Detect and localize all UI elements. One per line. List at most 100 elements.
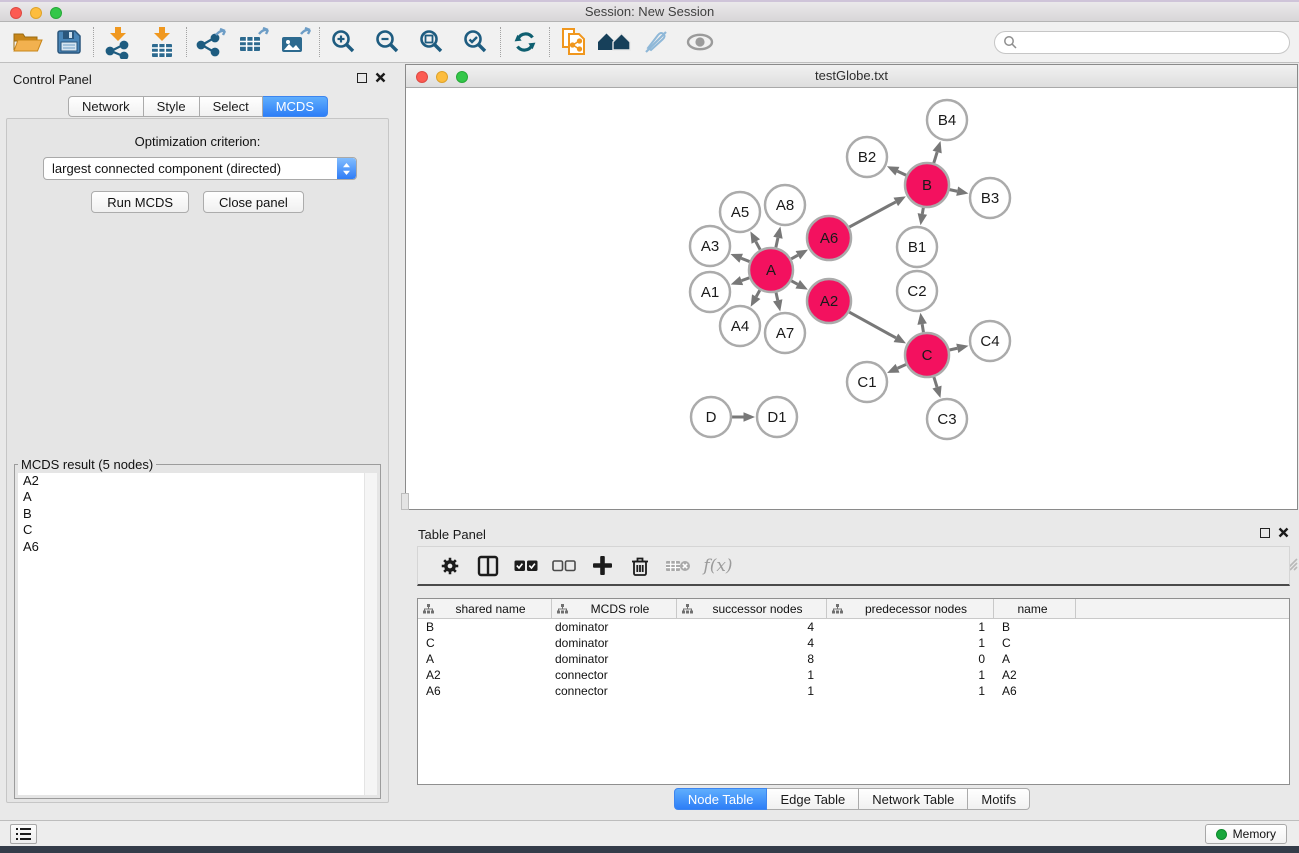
memory-button[interactable]: Memory <box>1205 824 1287 844</box>
import-network-button[interactable] <box>101 25 135 59</box>
show-graphics-details-button[interactable] <box>683 25 717 59</box>
network-canvas[interactable]: B4B2BB3A8A5A6B1A3AC2A1A2A4A7C4CC1C3DD1 <box>406 89 1297 509</box>
export-network-button[interactable] <box>194 25 228 59</box>
optimization-criterion-select[interactable]: largest connected component (directed) <box>43 157 357 180</box>
select-all-columns-button[interactable] <box>508 550 544 582</box>
table-cell[interactable]: A6 <box>418 684 552 698</box>
export-table-button[interactable] <box>236 25 270 59</box>
result-item[interactable]: B <box>18 506 377 522</box>
table-cell[interactable]: A <box>418 652 552 666</box>
graph-edge[interactable] <box>742 278 750 281</box>
close-panel-icon[interactable] <box>375 72 386 83</box>
task-history-button[interactable] <box>10 824 37 844</box>
zoom-fit-button[interactable] <box>415 25 449 59</box>
refresh-view-button[interactable] <box>508 25 542 59</box>
result-item[interactable]: A <box>18 489 377 505</box>
graph-edge[interactable] <box>756 242 760 250</box>
table-cell[interactable]: connector <box>552 684 677 698</box>
table-cell[interactable]: 0 <box>827 652 994 666</box>
table-cell[interactable]: 8 <box>677 652 827 666</box>
export-image-button[interactable] <box>278 25 312 59</box>
table-row[interactable]: Cdominator41C <box>418 635 1289 651</box>
table-cell[interactable]: 1 <box>827 636 994 650</box>
table-cell[interactable]: C <box>418 636 552 650</box>
tab-select[interactable]: Select <box>200 96 263 117</box>
table-cell[interactable]: A <box>994 652 1076 666</box>
hide-graphics-details-button[interactable] <box>639 25 673 59</box>
table-cell[interactable]: connector <box>552 668 677 682</box>
graph-edge[interactable] <box>791 255 798 259</box>
tab-style[interactable]: Style <box>144 96 200 117</box>
column-header-successor-nodes[interactable]: successor nodes <box>677 599 827 618</box>
table-cell[interactable]: A2 <box>994 668 1076 682</box>
graph-edge[interactable] <box>776 238 778 248</box>
add-column-button[interactable] <box>584 550 620 582</box>
column-header-predecessor-nodes[interactable]: predecessor nodes <box>827 599 994 618</box>
table-row[interactable]: Adominator80A <box>418 651 1289 667</box>
graph-edge[interactable] <box>791 281 797 284</box>
table-cell[interactable]: 1 <box>677 668 827 682</box>
graph-edge[interactable] <box>849 312 896 338</box>
graph-edge[interactable] <box>934 377 937 387</box>
graph-edge[interactable] <box>897 171 906 175</box>
network-window-titlebar[interactable]: testGlobe.txt <box>406 65 1297 88</box>
graph-edge[interactable] <box>776 292 778 300</box>
table-settings-button[interactable] <box>432 550 468 582</box>
import-table-button[interactable] <box>145 25 179 59</box>
table-cell[interactable]: 4 <box>677 620 827 634</box>
graph-edge[interactable] <box>849 202 896 227</box>
graph-edge[interactable] <box>949 348 957 350</box>
tab-network[interactable]: Network <box>68 96 144 117</box>
column-header-shared-name[interactable]: shared name <box>418 599 552 618</box>
first-neighbors-button[interactable] <box>597 25 631 59</box>
zoom-selected-button[interactable] <box>459 25 493 59</box>
delete-table-button[interactable] <box>660 550 696 582</box>
search-field[interactable] <box>994 31 1290 54</box>
float-panel-icon[interactable] <box>357 73 367 83</box>
table-cell[interactable]: A6 <box>994 684 1076 698</box>
graph-edge[interactable] <box>741 258 749 261</box>
search-input[interactable] <box>1022 35 1281 50</box>
table-cell[interactable]: 1 <box>827 620 994 634</box>
close-window-button[interactable] <box>10 7 22 19</box>
graph-edge[interactable] <box>950 190 958 192</box>
float-table-panel-icon[interactable] <box>1260 528 1270 538</box>
close-network-button[interactable] <box>416 71 428 83</box>
run-mcds-button[interactable]: Run MCDS <box>91 191 189 213</box>
tab-mcds[interactable]: MCDS <box>263 96 328 117</box>
zoom-network-button[interactable] <box>456 71 468 83</box>
result-item[interactable]: A2 <box>18 473 377 489</box>
column-header-name[interactable]: name <box>994 599 1076 618</box>
result-scrollbar[interactable] <box>364 473 377 795</box>
column-header-mcds-role[interactable]: MCDS role <box>552 599 677 618</box>
zoom-out-button[interactable] <box>371 25 405 59</box>
tab-node-table[interactable]: Node Table <box>674 788 768 810</box>
table-row[interactable]: A6connector11A6 <box>418 683 1289 699</box>
tab-network-table[interactable]: Network Table <box>859 788 968 810</box>
table-cell[interactable]: 1 <box>827 668 994 682</box>
minimize-network-button[interactable] <box>436 71 448 83</box>
table-cell[interactable]: 1 <box>827 684 994 698</box>
graph-edge[interactable] <box>934 152 937 163</box>
close-table-panel-icon[interactable] <box>1278 527 1289 538</box>
graph-edge[interactable] <box>756 290 760 297</box>
save-session-button[interactable] <box>52 25 86 59</box>
mcds-result-list[interactable]: A2ABCA6 <box>18 473 377 795</box>
table-row[interactable]: A2connector11A2 <box>418 667 1289 683</box>
network-from-file-button[interactable] <box>557 25 591 59</box>
function-builder-button[interactable]: f(x) <box>700 550 736 582</box>
minimize-window-button[interactable] <box>30 7 42 19</box>
table-cell[interactable]: 1 <box>677 684 827 698</box>
table-cell[interactable]: dominator <box>552 620 677 634</box>
table-row[interactable]: Bdominator41B <box>418 619 1289 635</box>
table-cell[interactable]: dominator <box>552 636 677 650</box>
zoom-window-button[interactable] <box>50 7 62 19</box>
unselect-all-columns-button[interactable] <box>546 550 582 582</box>
splitter-grip-vertical[interactable] <box>401 493 409 510</box>
open-session-button[interactable] <box>10 25 44 59</box>
close-panel-button[interactable]: Close panel <box>203 191 304 213</box>
tab-edge-table[interactable]: Edge Table <box>767 788 859 810</box>
table-cell[interactable]: B <box>418 620 552 634</box>
result-item[interactable]: A6 <box>18 539 377 555</box>
table-cell[interactable]: A2 <box>418 668 552 682</box>
